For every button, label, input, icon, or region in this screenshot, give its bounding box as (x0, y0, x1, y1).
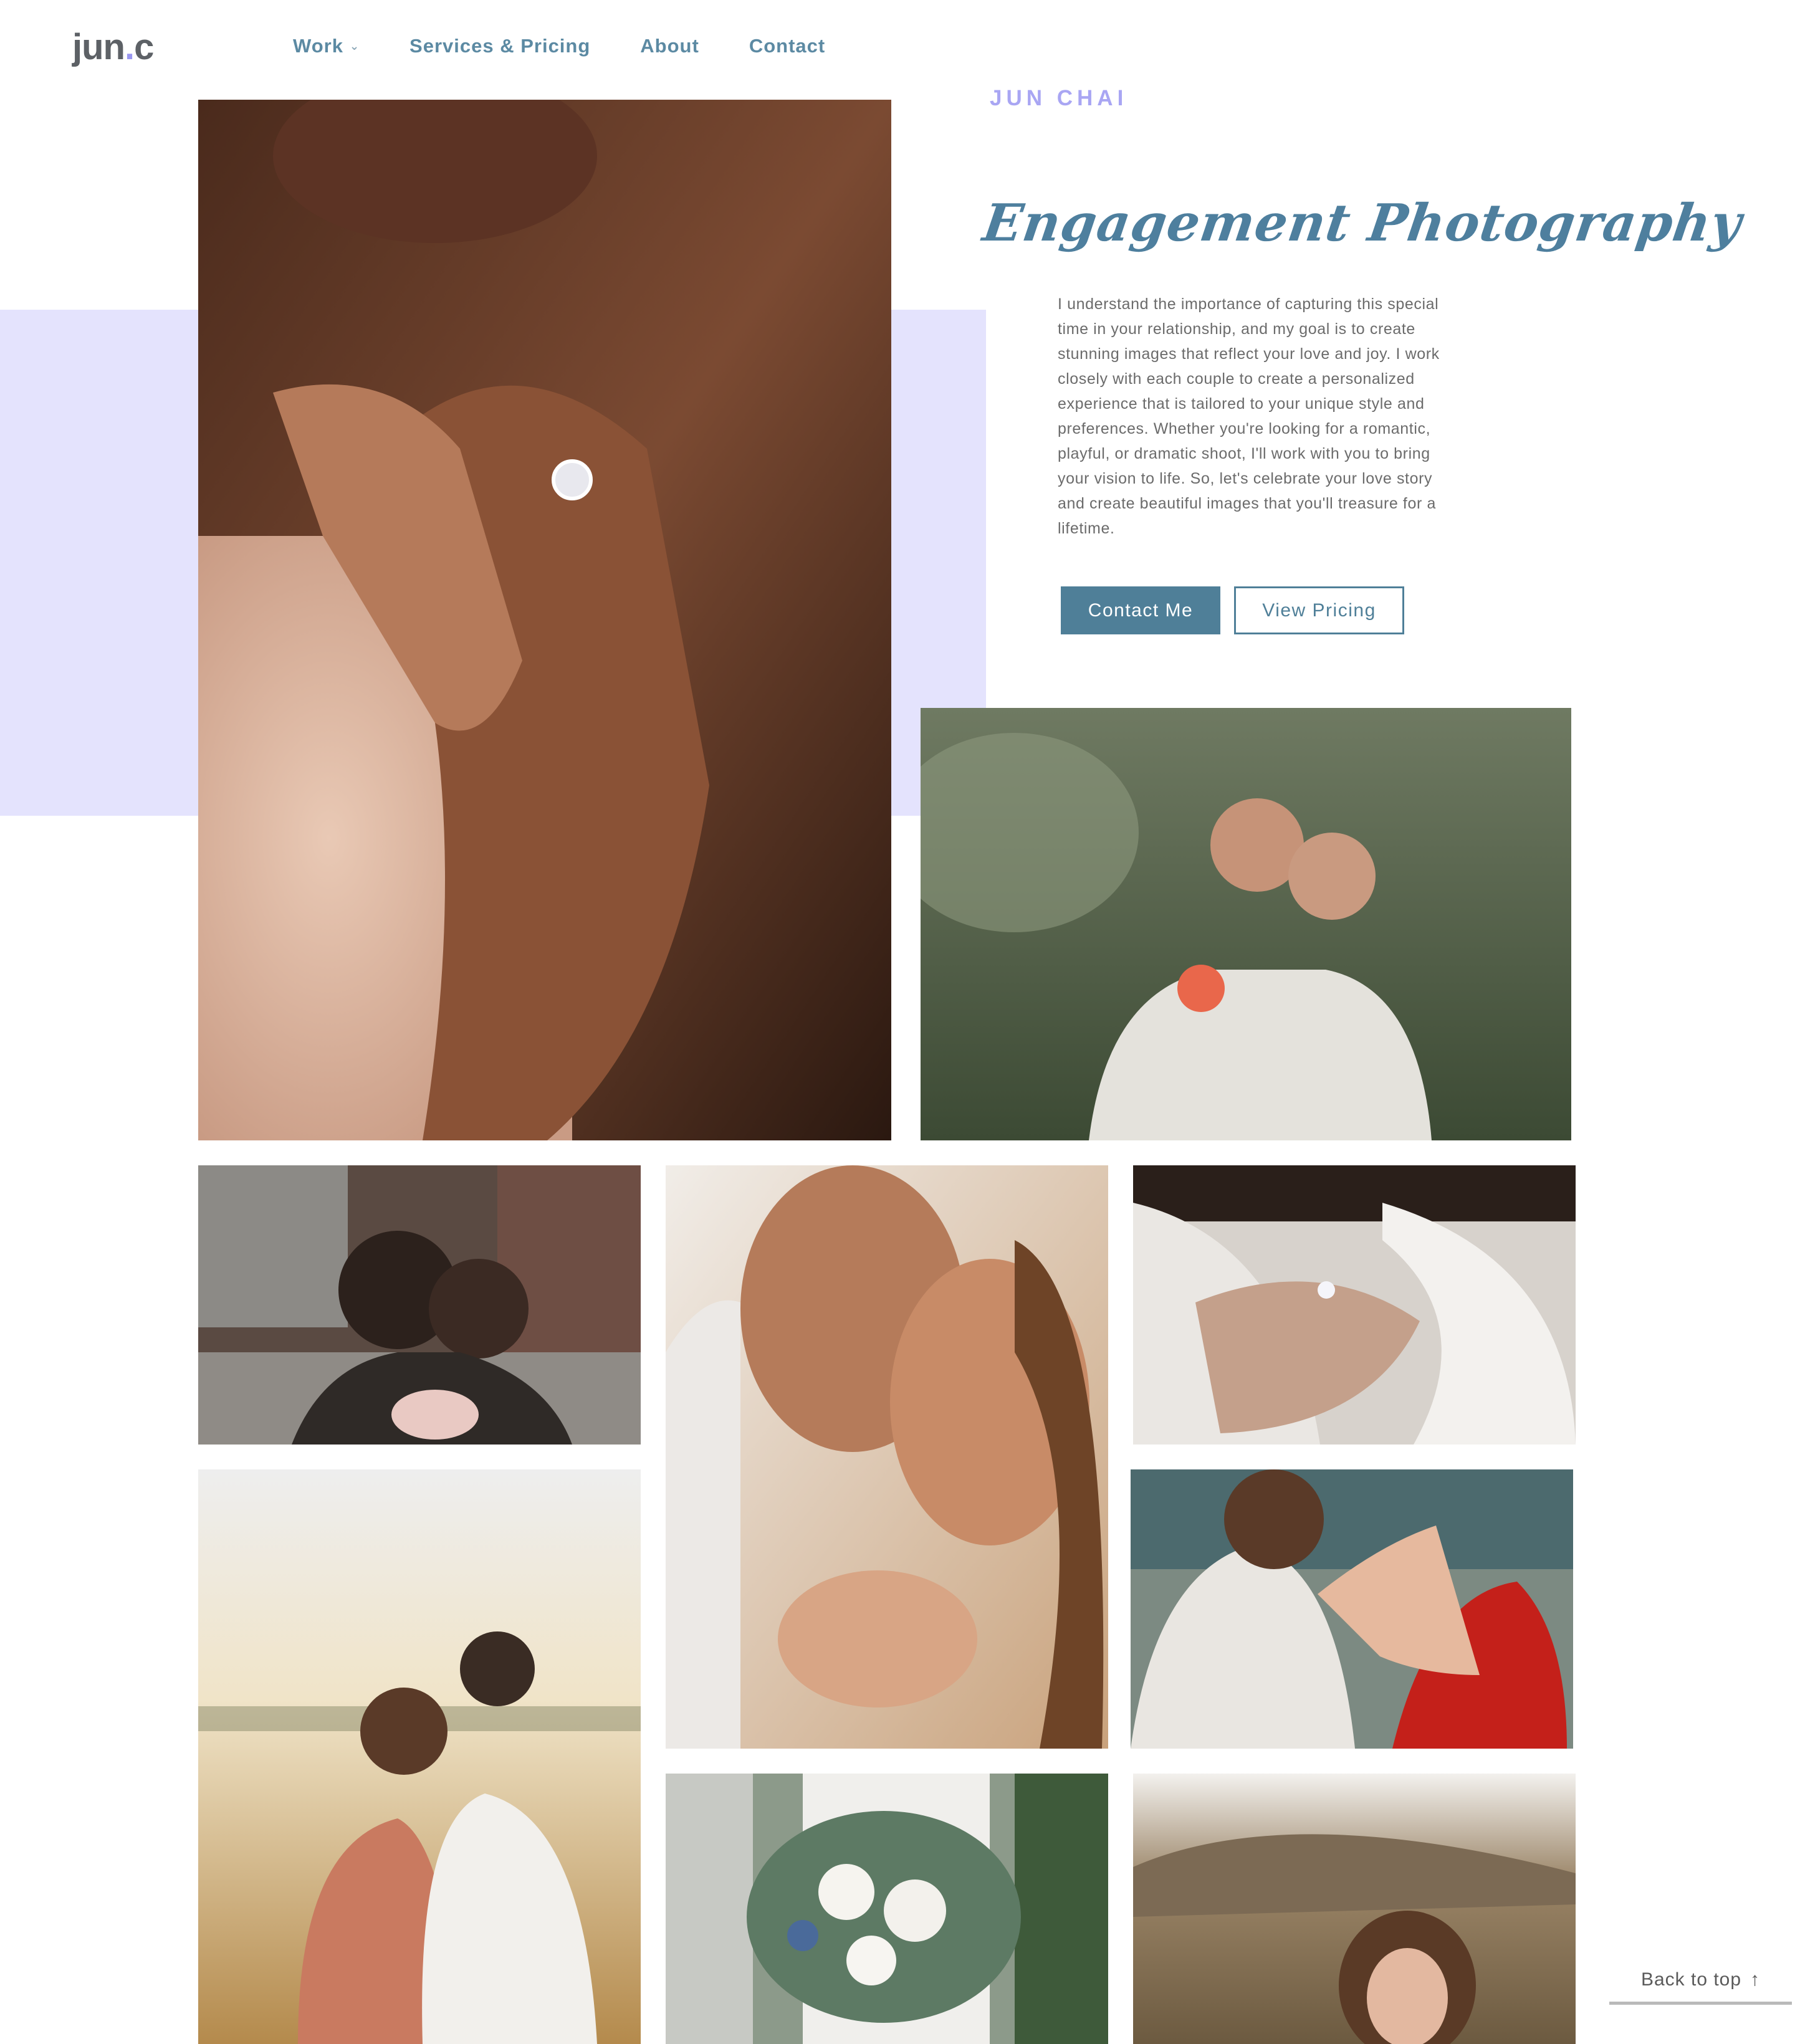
photo-couple-field[interactable] (198, 1469, 641, 2044)
nav-services-pricing[interactable]: Services & Pricing (409, 35, 590, 57)
photo-ring-lace[interactable] (1133, 1165, 1576, 1445)
nav-work[interactable]: Work ⌄ (293, 35, 360, 57)
logo[interactable]: jun.c (72, 26, 154, 68)
photo-woman-grass[interactable] (1133, 1774, 1576, 2044)
contact-me-button[interactable]: Contact Me (1061, 586, 1220, 634)
photo-couple-piggyback[interactable] (921, 708, 1571, 1140)
main-nav: Work ⌄ Services & Pricing About Contact (293, 35, 875, 57)
page-title: Engagement Photography (979, 193, 1746, 253)
photo-couple-kissing[interactable] (198, 1165, 641, 1445)
photo-ring-hands[interactable] (198, 100, 891, 1140)
nav-about[interactable]: About (640, 35, 699, 57)
arrow-up-icon: ↑ (1750, 1969, 1761, 1990)
photo-ring-red-nails[interactable] (1131, 1469, 1573, 1749)
intro-paragraph: I understand the importance of capturing… (1058, 295, 1440, 537)
back-to-top-label: Back to top (1640, 1969, 1742, 1990)
photo-bouquet[interactable] (666, 1774, 1108, 2044)
photo-couple-foreheads[interactable] (666, 1165, 1108, 1749)
back-to-top-button[interactable]: Back to top ↑ (1609, 1969, 1792, 2005)
chevron-down-icon: ⌄ (349, 39, 360, 52)
nav-contact[interactable]: Contact (749, 35, 825, 57)
view-pricing-button[interactable]: View Pricing (1234, 586, 1404, 634)
brand-name: JUN CHAI (990, 86, 1128, 110)
